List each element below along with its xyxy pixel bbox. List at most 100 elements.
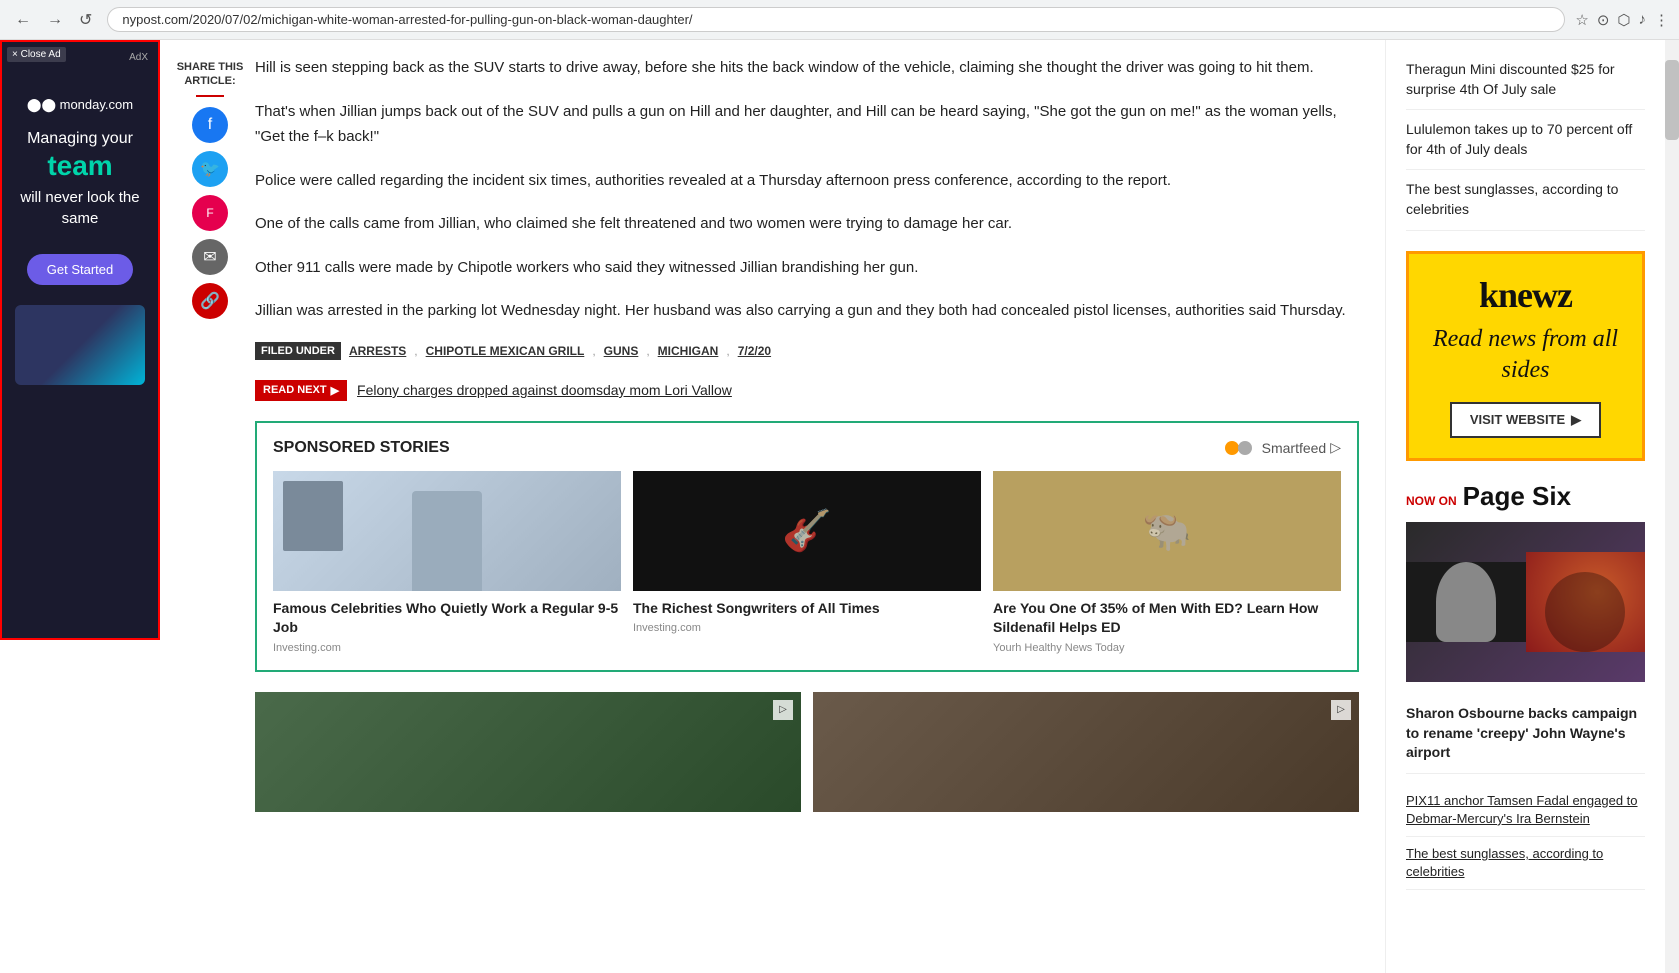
share-divider (196, 95, 224, 97)
ad-team-word: team (47, 150, 112, 182)
filed-tag-guns[interactable]: GUNS (604, 344, 639, 358)
forward-button[interactable]: → (42, 9, 68, 31)
smartfeed-play-icon: ▷ (1330, 439, 1341, 456)
bookmark-icon[interactable]: ☆ (1575, 11, 1588, 29)
reload-button[interactable]: ↺ (74, 8, 97, 32)
close-ad-button[interactable]: × Close Ad (7, 47, 66, 62)
video-play-1[interactable]: ▷ (773, 700, 793, 720)
smartfeed-circle1 (1225, 441, 1239, 455)
sponsored-card-3[interactable]: 🐃 Are You One Of 35% of Men With ED? Lea… (993, 471, 1341, 654)
browser-controls: ← → ↺ (10, 8, 97, 32)
article-area: SHARE THIS ARTICLE: f 🐦 F ✉ 🔗 Hill is se… (175, 40, 1379, 827)
filed-under-label: FILED UNDER (255, 342, 341, 360)
read-next-link[interactable]: Felony charges dropped against doomsday … (357, 382, 732, 398)
monday-logo: ⬤⬤ monday.com (27, 97, 133, 113)
sponsored-card-1[interactable]: Famous Celebrities Who Quietly Work a Re… (273, 471, 621, 654)
bull-icon: 🐃 (993, 471, 1341, 591)
filed-under: FILED UNDER ARRESTS, CHIPOTLE MEXICAN GR… (255, 342, 1359, 360)
sponsored-stories-box: SPONSORED STORIES Smartfeed ▷ (255, 421, 1359, 672)
left-ad: × Close Ad AdX ⬤⬤ monday.com Managing yo… (0, 40, 160, 640)
card-2-image: 🎸 (633, 471, 981, 591)
video-play-2[interactable]: ▷ (1331, 700, 1351, 720)
link-share-button[interactable]: 🔗 (192, 283, 228, 319)
page-six-story-2[interactable]: PIX11 anchor Tamsen Fadal engaged to Deb… (1406, 784, 1645, 837)
back-button[interactable]: ← (10, 9, 36, 31)
read-next: READ NEXT ▶ Felony charges dropped again… (255, 380, 1359, 401)
filed-tag-chipotle[interactable]: CHIPOTLE MEXICAN GRILL (426, 344, 585, 358)
share-sidebar: SHARE THIS ARTICLE: f 🐦 F ✉ 🔗 (175, 40, 245, 327)
card-1-image (273, 471, 621, 591)
extension2-icon[interactable]: ♪ (1639, 11, 1647, 29)
ad-cta-button[interactable]: Get Started (27, 254, 133, 285)
filed-tag-michigan[interactable]: MICHIGAN (658, 344, 719, 358)
page-six-story-1[interactable]: Sharon Osbourne backs campaign to rename… (1406, 694, 1645, 774)
sidebar-links: Theragun Mini discounted $25 for surpris… (1406, 50, 1645, 231)
ad-image (15, 305, 145, 385)
page-layout: SHARE THIS ARTICLE: f 🐦 F ✉ 🔗 Hill is se… (0, 40, 1679, 827)
page-six-image (1406, 522, 1645, 682)
share-label: SHARE THIS ARTICLE: (175, 60, 245, 89)
video-row: ▷ ▷ (255, 692, 1359, 812)
card-1-source: Investing.com (273, 642, 621, 654)
knewz-visit-button[interactable]: VISIT WEBSITE ▶ (1450, 402, 1601, 438)
sponsored-cards: Famous Celebrities Who Quietly Work a Re… (273, 471, 1341, 654)
ps-img-left (1406, 562, 1526, 642)
article-with-share: SHARE THIS ARTICLE: f 🐦 F ✉ 🔗 Hill is se… (175, 40, 1379, 827)
ad-headline1: Managing your (27, 128, 133, 150)
card-3-title: Are You One Of 35% of Men With ED? Learn… (993, 599, 1341, 638)
smartfeed-logo: Smartfeed ▷ (1225, 439, 1341, 456)
filed-tag-arrests[interactable]: ARRESTS (349, 344, 406, 358)
flipboard-share-button[interactable]: F (192, 195, 228, 231)
article-body: Hill is seen stepping back as the SUV st… (175, 40, 1379, 827)
monday-dot: ⬤⬤ (27, 97, 60, 112)
sponsored-card-2[interactable]: 🎸 The Richest Songwriters of All Times I… (633, 471, 981, 654)
sidebar-link-1[interactable]: Theragun Mini discounted $25 for surpris… (1406, 50, 1645, 110)
sponsored-title: SPONSORED STORIES (273, 439, 450, 457)
address-bar[interactable]: nypost.com/2020/07/02/michigan-white-wom… (107, 7, 1565, 32)
filed-tag-date[interactable]: 7/2/20 (738, 344, 771, 358)
sidebar-link-2[interactable]: Lululemon takes up to 70 percent off for… (1406, 110, 1645, 170)
page-six-header: NOW ON Page Six (1406, 481, 1645, 512)
browser-bar: ← → ↺ nypost.com/2020/07/02/michigan-whi… (0, 0, 1679, 40)
card-2-title: The Richest Songwriters of All Times (633, 599, 981, 619)
article-para-4: One of the calls came from Jillian, who … (255, 211, 1359, 237)
knewz-brand: knewz (1429, 274, 1622, 316)
url-text: nypost.com/2020/07/02/michigan-white-wom… (122, 12, 1550, 27)
page-six-section: NOW ON Page Six Sharon Osbourne backs ca… (1406, 481, 1645, 891)
article-para-6: Jillian was arrested in the parking lot … (255, 298, 1359, 324)
knewz-ad: knewz Read news from all sides VISIT WEB… (1406, 251, 1645, 461)
page-six-title: Page Six (1463, 481, 1571, 512)
card-3-image: 🐃 (993, 471, 1341, 591)
sponsored-header: SPONSORED STORIES Smartfeed ▷ (273, 439, 1341, 457)
video-thumb-1[interactable]: ▷ (255, 692, 801, 812)
email-share-button[interactable]: ✉ (192, 239, 228, 275)
knewz-btn-label: VISIT WEBSITE (1470, 412, 1565, 427)
smartfeed-circle2 (1238, 441, 1252, 455)
smartfeed-label: Smartfeed (1262, 440, 1327, 456)
twitter-share-button[interactable]: 🐦 (192, 151, 228, 187)
extension-icon[interactable]: ⬡ (1617, 11, 1630, 29)
article-para-2: That's when Jillian jumps back out of th… (255, 99, 1359, 150)
video-thumb-2[interactable]: ▷ (813, 692, 1359, 812)
card-1-title: Famous Celebrities Who Quietly Work a Re… (273, 599, 621, 638)
card-3-source: Yourh Healthy News Today (993, 642, 1341, 654)
facebook-share-button[interactable]: f (192, 107, 228, 143)
right-sidebar: Theragun Mini discounted $25 for surpris… (1385, 40, 1665, 973)
knewz-tagline: Read news from all sides (1429, 324, 1622, 386)
guitarist-icon: 🎸 (633, 471, 981, 591)
knewz-btn-icon: ▶ (1571, 412, 1581, 428)
ps-img-right (1526, 552, 1646, 652)
article-para-5: Other 911 calls were made by Chipotle wo… (255, 255, 1359, 281)
read-next-arrow: ▶ (331, 384, 339, 397)
article-para-1: Hill is seen stepping back as the SUV st… (255, 55, 1359, 81)
sidebar-link-3[interactable]: The best sunglasses, according to celebr… (1406, 170, 1645, 230)
menu-icon[interactable]: ⋮ (1654, 11, 1669, 29)
read-next-badge: READ NEXT ▶ (255, 380, 347, 401)
account-icon[interactable]: ⊙ (1597, 11, 1610, 29)
ad-x-label: AdX (129, 52, 148, 63)
ad-headline2: will never look the same (12, 187, 148, 229)
page-six-story-3[interactable]: The best sunglasses, according to celebr… (1406, 837, 1645, 890)
card-2-source: Investing.com (633, 622, 981, 634)
now-on-label: NOW ON (1406, 494, 1457, 508)
browser-icons: ☆ ⊙ ⬡ ♪ ⋮ (1575, 11, 1669, 29)
